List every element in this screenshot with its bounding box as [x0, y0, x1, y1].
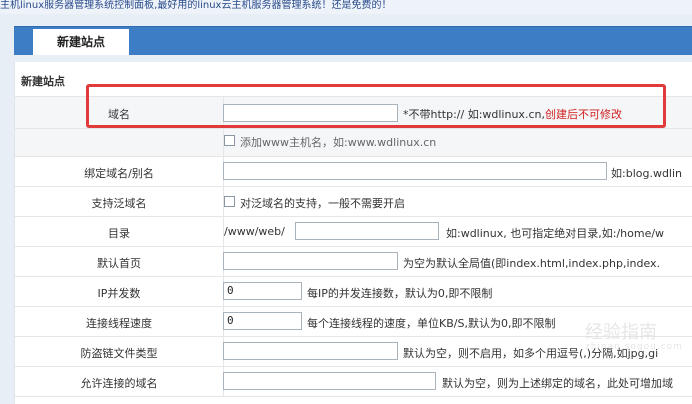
- alias-input[interactable]: [223, 162, 607, 180]
- thread-speed-hint: 每个连接线程的速度，单位KB/S,默认为0,即不限制: [307, 317, 556, 330]
- ip-conn-hint: 每IP的并发连接数，默认为0,即不限制: [307, 287, 493, 300]
- directory-hint: 如:wdlinux, 也可指定绝对目录,如:/home/w: [446, 227, 665, 240]
- directory-label: 目录: [108, 227, 130, 240]
- wildcard-checkbox-label: 对泛域名的支持，一般不需要开启: [240, 197, 405, 210]
- hotlink-input[interactable]: [223, 342, 398, 360]
- tab-new-site[interactable]: 新建站点: [33, 29, 129, 55]
- ip-conn-input[interactable]: 0: [223, 282, 302, 300]
- form-panel: 新建站点 域名 *不带http:// 如:wdlinux.cn,创建后不可修改 …: [14, 62, 692, 404]
- allowed-domains-hint: 默认为空，则为上述绑定的域名，此处可增加域: [442, 377, 673, 390]
- watermark-text: 经验指南: [585, 322, 657, 343]
- watermark-subtext: zhinan.sogou.com: [585, 342, 683, 352]
- hotlink-label: 防盗链文件类型: [80, 347, 158, 360]
- domain-label: 域名: [108, 108, 130, 121]
- row-domain: 域名 *不带http:// 如:wdlinux.cn,创建后不可修改: [15, 96, 692, 128]
- directory-input[interactable]: [295, 222, 439, 240]
- banner-text: 主机linux服务器管理系统控制面板,最好用的linux云主机服务器管理系统！还…: [0, 0, 392, 11]
- row-directory: 目录 /www/web/ 如:wdlinux, 也可指定绝对目录,如:/home…: [15, 216, 692, 246]
- alias-label: 绑定域名/别名: [84, 167, 154, 180]
- add-www-label: 添加www主机名，如:www.wdlinux.cn: [240, 136, 437, 149]
- add-www-checkbox[interactable]: [224, 135, 235, 146]
- alias-hint: 如:blog.wdlin: [611, 167, 683, 180]
- index-input[interactable]: [223, 252, 398, 270]
- domain-warning: 创建后不可修改: [544, 108, 622, 121]
- directory-prefix: /www/web/: [224, 225, 285, 238]
- allowed-domains-label: 允许连接的域名: [80, 377, 158, 390]
- row-add-www: 添加www主机名，如:www.wdlinux.cn: [15, 128, 692, 156]
- row-bottom-border: [15, 396, 692, 404]
- thread-speed-label: 连接线程速度: [86, 317, 152, 330]
- row-wildcard: 支持泛域名 对泛域名的支持，一般不需要开启: [15, 186, 692, 216]
- ip-conn-label: IP并发数: [97, 287, 141, 300]
- domain-hint: *不带http:// 如:wdlinux.cn,创建后不可修改: [403, 106, 622, 122]
- section-title: 新建站点: [21, 75, 65, 88]
- row-allowed-domains: 允许连接的域名 默认为空，则为上述绑定的域名，此处可增加域: [15, 366, 692, 396]
- row-ip-concurrency: IP并发数 0 每IP的并发连接数，默认为0,即不限制: [15, 276, 692, 306]
- domain-input[interactable]: [223, 104, 398, 122]
- index-label: 默认首页: [97, 257, 141, 270]
- top-banner: 主机linux服务器管理系统控制面板,最好用的linux云主机服务器管理系统！还…: [0, 0, 692, 14]
- row-alias: 绑定域名/别名 如:blog.wdlin: [15, 156, 692, 186]
- index-hint: 为空为默认全局值(即index.html,index.php,index.: [403, 257, 661, 270]
- row-default-index: 默认首页 为空为默认全局值(即index.html,index.php,inde…: [15, 246, 692, 276]
- domain-hint-text: *不带http:// 如:wdlinux.cn,: [403, 108, 545, 121]
- thread-speed-input[interactable]: 0: [223, 312, 302, 330]
- watermark: 经验指南 zhinan.sogou.com: [585, 318, 683, 352]
- allowed-domains-input[interactable]: [223, 372, 436, 390]
- tab-bar: 新建站点: [14, 26, 692, 55]
- wildcard-label: 支持泛域名: [91, 197, 147, 210]
- wildcard-checkbox[interactable]: [224, 196, 235, 207]
